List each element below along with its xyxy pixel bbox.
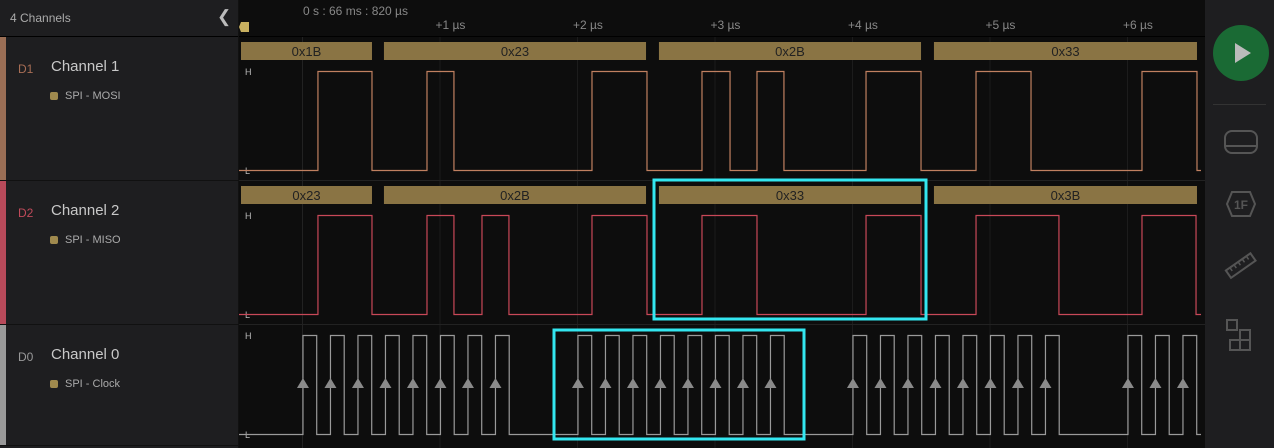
- tick-label: +1 µs: [436, 18, 466, 32]
- play-icon[interactable]: [1213, 25, 1269, 81]
- decoded-frame-value: 0x23: [501, 44, 529, 59]
- channel-id: D1: [18, 62, 34, 76]
- channel-panel-header: 4 Channels ❮: [0, 0, 238, 37]
- analyzer-label: SPI - Clock: [50, 378, 120, 390]
- decoded-frame-value: 0x23: [292, 188, 320, 203]
- analyzer-name: SPI - Clock: [65, 378, 121, 390]
- analyzer-name: SPI - MOSI: [65, 90, 121, 102]
- analyzer-color-icon: [50, 236, 58, 244]
- channel-id: D2: [18, 206, 34, 220]
- channel-row-d2[interactable]: D2 Channel 2 SPI - MISO: [0, 181, 238, 325]
- channel-panel: 4 Channels ❮ D1 Channel 1 SPI - MOSI D2 …: [0, 0, 239, 448]
- tick-label: +6 µs: [1123, 18, 1153, 32]
- timeline-marker-icon[interactable]: [239, 22, 249, 32]
- high-level-label: H: [245, 211, 252, 221]
- high-level-label: H: [245, 67, 252, 77]
- channel-color-stripe: [0, 37, 6, 180]
- decoded-frame-value: 0x33: [776, 188, 804, 203]
- analyzer-name: SPI - MISO: [65, 234, 121, 246]
- channel-name: Channel 1: [51, 58, 120, 75]
- channel-color-stripe: [0, 181, 6, 324]
- waveform-view[interactable]: 0 s : 66 ms : 820 µs +1 µs +2 µs +3 µs +4 µ…: [239, 0, 1205, 448]
- channel-color-stripe: [0, 325, 6, 445]
- svg-text:1F: 1F: [1234, 198, 1248, 212]
- high-level-label: H: [245, 331, 252, 341]
- analyzer-color-icon: [50, 92, 58, 100]
- tick-label: +3 µs: [711, 18, 741, 32]
- channel-count: 4 Channels: [10, 11, 71, 25]
- decoded-frame-value: 0x3B: [1051, 188, 1081, 203]
- decoded-frame-value: 0x1B: [292, 44, 322, 59]
- channel-row-d0[interactable]: D0 Channel 0 SPI - Clock: [0, 325, 238, 446]
- decoded-frame-value: 0x2B: [500, 188, 530, 203]
- timing-markers-icon[interactable]: [1223, 248, 1259, 284]
- analyzer-label: SPI - MISO: [50, 234, 121, 246]
- channel-id: D0: [18, 350, 34, 364]
- measurements-icon[interactable]: 1F: [1223, 186, 1259, 222]
- analyzers-icon[interactable]: [1223, 124, 1259, 160]
- chevron-left-icon[interactable]: ❮: [217, 7, 231, 27]
- channel-name: Channel 2: [51, 202, 120, 219]
- analyzer-color-icon: [50, 380, 58, 388]
- extensions-icon[interactable]: [1223, 316, 1259, 352]
- channel-row-d1[interactable]: D1 Channel 1 SPI - MOSI: [0, 37, 238, 181]
- analyzer-label: SPI - MOSI: [50, 90, 121, 102]
- channel-name: Channel 0: [51, 346, 120, 363]
- tick-label: +4 µs: [848, 18, 878, 32]
- right-sidebar: 1F: [1205, 0, 1274, 448]
- decoded-frame-value: 0x2B: [775, 44, 805, 59]
- tick-label: +2 µs: [573, 18, 603, 32]
- tick-label: +5 µs: [986, 18, 1016, 32]
- sidebar-divider: [1213, 104, 1266, 105]
- decoded-frame-value: 0x33: [1051, 44, 1079, 59]
- time-reference: 0 s : 66 ms : 820 µs: [303, 4, 408, 18]
